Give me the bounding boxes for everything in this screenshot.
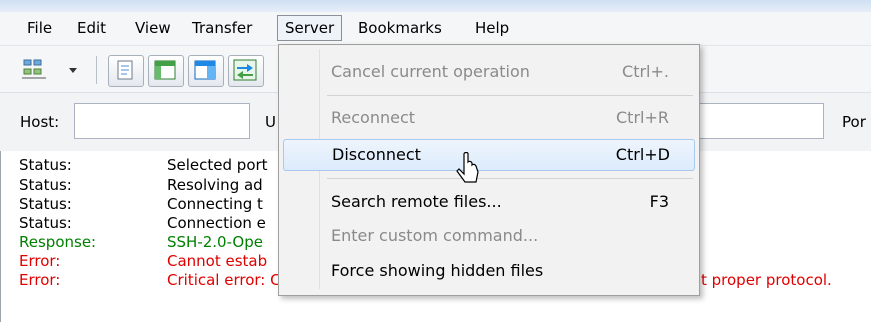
log-message: Cannot estab	[167, 252, 268, 270]
menu-item-shortcut: Ctrl+R	[616, 108, 669, 127]
log-message: SSH-2.0-Ope	[167, 233, 263, 251]
menu-item-force-hidden-files[interactable]: Force showing hidden files	[283, 256, 693, 286]
toggle-message-log-button[interactable]	[108, 55, 144, 87]
menu-item-label: Reconnect	[331, 108, 416, 127]
window-title-strip	[0, 0, 871, 12]
toggle-local-tree-button[interactable]	[148, 55, 184, 87]
transfer-queue-icon	[233, 59, 257, 81]
menu-item-shortcut: Ctrl+.	[622, 62, 669, 81]
menu-transfer[interactable]: Transfer	[185, 16, 259, 40]
menu-file[interactable]: File	[20, 16, 59, 40]
server-menu-dropdown: Cancel current operation Ctrl+. Reconnec…	[278, 44, 700, 296]
menu-item-shortcut: Ctrl+D	[615, 145, 670, 164]
menu-item-shortcut: F3	[649, 192, 669, 211]
log-message-overflow: t proper protocol.	[701, 271, 832, 289]
menu-view[interactable]: View	[128, 16, 178, 40]
host-input[interactable]	[74, 103, 250, 139]
port-label: Por	[842, 113, 866, 131]
toggle-remote-tree-button[interactable]	[188, 55, 224, 87]
menu-edit[interactable]: Edit	[70, 16, 113, 40]
menu-item-enter-custom-command[interactable]: Enter custom command...	[283, 221, 693, 251]
menu-bookmarks[interactable]: Bookmarks	[351, 16, 449, 40]
username-label: U	[265, 113, 276, 131]
log-message: Connection e	[167, 214, 266, 232]
site-manager-icon	[22, 59, 46, 79]
menu-item-label: Cancel current operation	[331, 62, 530, 81]
message-log-icon	[117, 60, 133, 80]
toolbar-separator	[96, 56, 97, 84]
log-message: Connecting t	[167, 195, 263, 213]
menu-item-label: Search remote files...	[331, 192, 502, 211]
dropdown-arrow-icon[interactable]	[68, 66, 78, 76]
menu-item-label: Force showing hidden files	[331, 261, 544, 280]
log-type: Status:	[19, 214, 72, 232]
menu-bar: File Edit View Transfer Server Bookmarks…	[0, 12, 871, 46]
log-message: Selected port	[167, 156, 268, 174]
menu-item-cancel-operation[interactable]: Cancel current operation Ctrl+.	[283, 57, 693, 87]
log-type: Error:	[19, 252, 61, 270]
menu-separator	[327, 95, 693, 96]
remote-tree-icon	[194, 60, 216, 80]
menu-item-search-remote-files[interactable]: Search remote files... F3	[283, 187, 693, 217]
site-manager-button[interactable]	[22, 56, 77, 84]
menu-item-disconnect[interactable]: Disconnect Ctrl+D	[283, 139, 695, 171]
host-label: Host:	[20, 113, 60, 131]
local-tree-icon	[154, 60, 176, 80]
menu-item-label: Enter custom command...	[331, 226, 539, 245]
log-type: Status:	[19, 156, 72, 174]
menu-help[interactable]: Help	[468, 16, 516, 40]
log-type: Status:	[19, 176, 72, 194]
log-message: Resolving ad	[167, 176, 263, 194]
menu-separator	[327, 178, 693, 179]
menu-server[interactable]: Server	[277, 15, 343, 41]
password-input[interactable]	[698, 103, 824, 139]
log-type: Error:	[19, 271, 61, 289]
mouse-pointer-icon	[456, 152, 479, 183]
log-type: Status:	[19, 195, 72, 213]
menu-item-label: Disconnect	[332, 145, 421, 164]
toggle-transfer-queue-button[interactable]	[228, 55, 264, 87]
menu-item-reconnect[interactable]: Reconnect Ctrl+R	[283, 103, 693, 133]
log-type: Response:	[19, 233, 97, 251]
